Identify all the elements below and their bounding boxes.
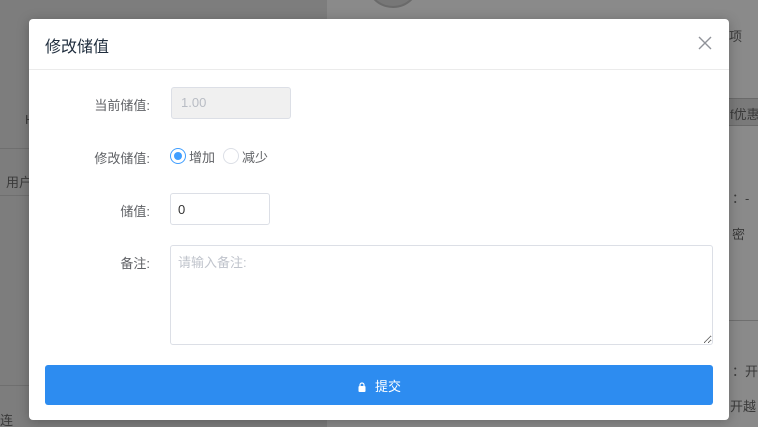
radio-decrease-label: 减少 [242,149,269,165]
lock-icon [357,380,367,392]
background-text: f优惠 [730,107,758,122]
background-text: ：开 [732,364,758,379]
modify-balance-dialog: 修改储值 当前储值: 1.00 修改储值: 增加 减少 储值: 备注: 提交 [29,19,729,420]
remark-label: 备注: [120,256,150,271]
dialog-header: 修改储值 [29,19,729,70]
modify-type-label: 修改储值: [94,151,150,166]
balance-value-label: 储值: [120,204,150,219]
radio-increase-indicator[interactable] [170,148,186,164]
current-balance-field: 1.00 [171,87,291,119]
radio-increase-label: 增加 [189,149,216,165]
submit-button-label: 提交 [374,378,401,394]
radio-decrease[interactable]: 减少 [223,147,268,166]
radio-increase[interactable]: 增加 [170,147,215,166]
background-text: 连 [0,413,14,427]
modify-type-radio-group: 增加 减少 [170,147,276,165]
close-icon[interactable] [697,35,713,51]
remark-textarea[interactable] [170,245,713,345]
current-balance-label: 当前储值: [94,98,150,113]
balance-value-input[interactable] [170,193,270,225]
dialog-title: 修改储值 [45,39,110,56]
background-text: 项 [729,29,743,44]
background-text: ：- [732,191,750,206]
submit-button[interactable]: 提交 [45,365,713,405]
radio-decrease-indicator[interactable] [223,148,240,164]
background-text: 开越 [730,399,757,414]
background-text: 密 [732,227,746,242]
